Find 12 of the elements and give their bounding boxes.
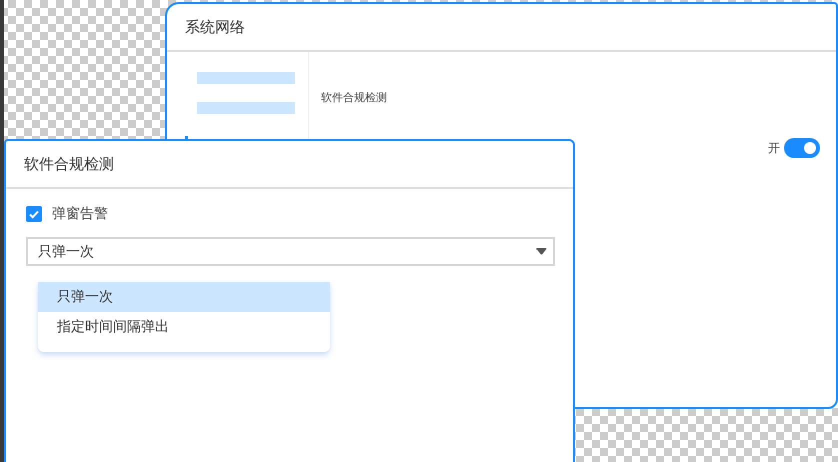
toggle-switch[interactable] [784,138,820,158]
window-title: 系统网络 [185,18,245,36]
switch-label: 开 [768,140,780,156]
dropdown-option[interactable]: 指定时间间隔弹出 [38,312,330,342]
caret-icon [536,248,547,255]
check-icon [28,208,40,220]
dropdown-option[interactable]: 只弹一次 [38,282,330,312]
dialog-title: 软件合规检测 [24,154,114,174]
setting-label: 软件合规检测 [321,90,388,105]
checkbox[interactable] [26,206,42,222]
select-field[interactable]: 只弹一次 [26,237,555,266]
checkbox-label: 弹窗告警 [52,205,108,223]
